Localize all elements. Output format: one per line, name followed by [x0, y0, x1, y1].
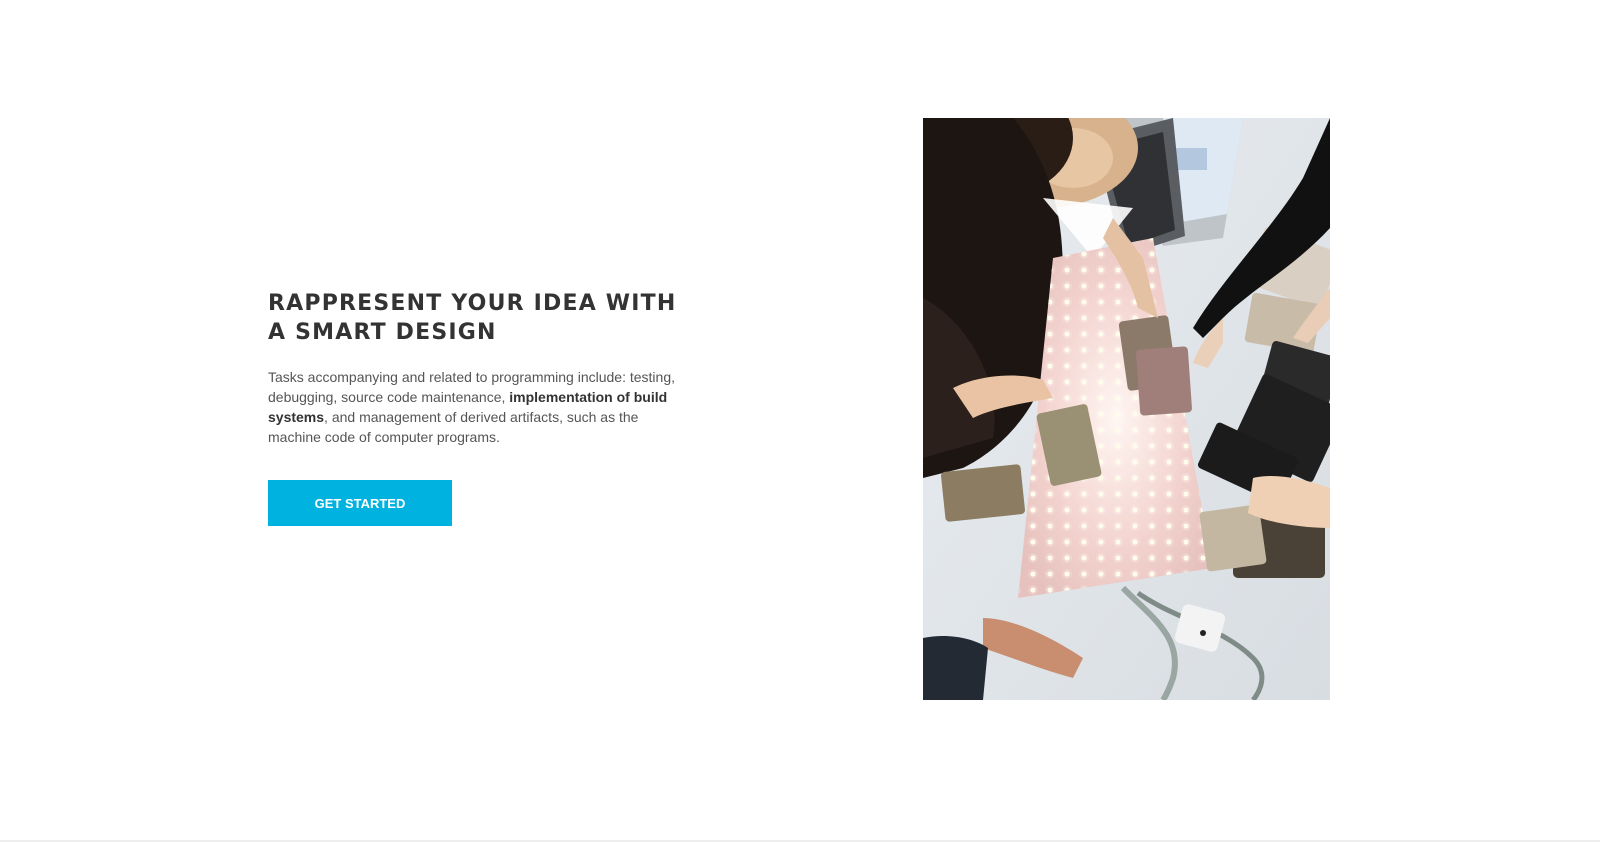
hero-description-text-2: , and management of derived artifacts, s… [268, 409, 639, 445]
hero-text-block: RAPPRESENT YOUR IDEA WITH A SMART DESIGN… [268, 289, 688, 447]
team-photo [923, 118, 1330, 700]
hero-description: Tasks accompanying and related to progra… [268, 367, 680, 447]
hero-title-line-2: A SMART DESIGN [268, 320, 497, 345]
hero-title: RAPPRESENT YOUR IDEA WITH A SMART DESIGN [268, 289, 688, 347]
hero-title-line-1: RAPPRESENT YOUR IDEA WITH [268, 291, 677, 316]
get-started-button[interactable]: GET STARTED [268, 480, 452, 526]
